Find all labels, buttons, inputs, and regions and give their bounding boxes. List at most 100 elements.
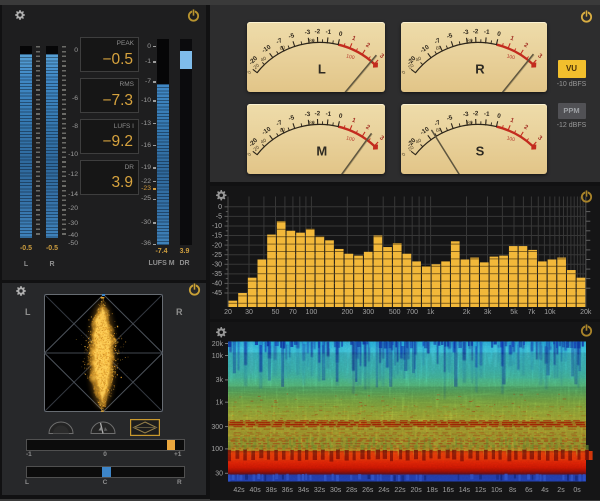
svg-text:-5: -5 <box>216 213 222 220</box>
svg-text:20k: 20k <box>580 309 592 316</box>
svg-text:1: 1 <box>509 116 515 124</box>
svg-text:30s: 30s <box>330 487 342 494</box>
svg-text:40s: 40s <box>249 487 261 494</box>
svg-text:18s: 18s <box>427 487 439 494</box>
svg-text:6s: 6s <box>525 487 533 494</box>
svg-text:3: 3 <box>378 52 384 60</box>
svg-text:-1: -1 <box>484 28 491 35</box>
svg-text:60: 60 <box>279 44 286 51</box>
svg-text:-1: -1 <box>325 110 332 117</box>
svg-text:-1: -1 <box>325 28 332 35</box>
svg-text:60: 60 <box>279 126 286 133</box>
svg-text:1k: 1k <box>427 309 435 316</box>
svg-text:34s: 34s <box>298 487 310 494</box>
svg-text:28s: 28s <box>346 487 358 494</box>
svg-text:-2: -2 <box>315 28 321 35</box>
svg-text:3k: 3k <box>484 309 492 316</box>
svg-text:0: 0 <box>496 30 501 38</box>
svg-text:36s: 36s <box>282 487 294 494</box>
svg-text:-2: -2 <box>315 110 321 117</box>
svg-text:-3: -3 <box>463 110 470 118</box>
svg-text:2: 2 <box>523 41 530 49</box>
svg-text:16s: 16s <box>443 487 455 494</box>
svg-text:0: 0 <box>401 151 407 157</box>
svg-text:1: 1 <box>351 34 357 42</box>
svg-text:0: 0 <box>247 151 253 157</box>
svg-text:24s: 24s <box>378 487 390 494</box>
svg-text:80: 80 <box>467 38 473 44</box>
svg-text:300: 300 <box>211 423 223 430</box>
svg-text:100: 100 <box>346 135 356 143</box>
svg-text:30: 30 <box>215 470 223 477</box>
svg-text:S: S <box>476 143 485 158</box>
svg-text:1k: 1k <box>216 399 224 406</box>
svg-text:300: 300 <box>362 309 374 316</box>
svg-text:40: 40 <box>415 55 423 63</box>
svg-text:3: 3 <box>536 52 543 60</box>
svg-text:0: 0 <box>247 69 253 75</box>
svg-text:38s: 38s <box>266 487 278 494</box>
svg-text:100: 100 <box>506 135 516 143</box>
svg-text:10k: 10k <box>212 352 224 359</box>
svg-text:40: 40 <box>415 137 423 145</box>
svg-text:0: 0 <box>218 204 222 211</box>
svg-text:3: 3 <box>378 134 384 142</box>
svg-text:-10: -10 <box>419 125 431 136</box>
svg-text:-2: -2 <box>473 110 479 117</box>
svg-text:-5: -5 <box>446 114 454 122</box>
svg-text:-1: -1 <box>484 110 491 117</box>
svg-text:-3: -3 <box>463 28 470 36</box>
svg-text:8s: 8s <box>509 487 517 494</box>
svg-text:26s: 26s <box>362 487 374 494</box>
svg-text:-20: -20 <box>212 242 222 249</box>
svg-text:L: L <box>318 61 326 76</box>
svg-text:32s: 32s <box>314 487 326 494</box>
svg-text:3k: 3k <box>216 377 224 384</box>
svg-text:7k: 7k <box>528 309 536 316</box>
svg-text:0s: 0s <box>573 487 581 494</box>
svg-text:22s: 22s <box>394 487 406 494</box>
svg-text:-15: -15 <box>212 232 222 239</box>
svg-text:20s: 20s <box>410 487 422 494</box>
svg-text:700: 700 <box>406 309 418 316</box>
svg-text:1: 1 <box>351 116 357 124</box>
svg-text:70: 70 <box>289 309 297 316</box>
svg-text:80: 80 <box>309 38 315 44</box>
svg-text:50: 50 <box>272 309 280 316</box>
svg-text:-5: -5 <box>288 114 296 122</box>
svg-text:-10: -10 <box>419 43 431 54</box>
svg-text:10s: 10s <box>491 487 503 494</box>
svg-text:80: 80 <box>467 120 473 126</box>
svg-text:2s: 2s <box>557 487 565 494</box>
svg-text:0: 0 <box>338 30 343 38</box>
svg-text:10k: 10k <box>544 309 556 316</box>
svg-text:0: 0 <box>338 112 343 120</box>
svg-text:-35: -35 <box>212 271 222 278</box>
svg-text:-2: -2 <box>473 28 479 35</box>
svg-text:-40: -40 <box>212 280 222 287</box>
svg-text:42s: 42s <box>233 487 245 494</box>
svg-text:12s: 12s <box>475 487 487 494</box>
svg-text:3: 3 <box>536 134 543 142</box>
svg-text:20k: 20k <box>212 340 224 347</box>
svg-text:100: 100 <box>346 53 356 61</box>
svg-text:-10: -10 <box>212 223 222 230</box>
svg-text:4s: 4s <box>541 487 549 494</box>
svg-text:2: 2 <box>523 123 530 131</box>
svg-text:2k: 2k <box>463 309 471 316</box>
svg-text:2: 2 <box>364 41 371 49</box>
svg-text:-45: -45 <box>212 290 222 297</box>
svg-text:M: M <box>316 143 327 158</box>
svg-text:30: 30 <box>245 309 253 316</box>
svg-text:-10: -10 <box>261 125 273 136</box>
svg-text:-30: -30 <box>212 261 222 268</box>
svg-text:100: 100 <box>506 53 516 61</box>
svg-text:0: 0 <box>496 112 501 120</box>
svg-text:-3: -3 <box>304 110 311 118</box>
svg-text:-5: -5 <box>446 32 454 40</box>
svg-text:80: 80 <box>309 120 315 126</box>
svg-text:0: 0 <box>401 69 407 75</box>
svg-text:R: R <box>475 61 485 76</box>
svg-text:-25: -25 <box>212 251 222 258</box>
svg-text:500: 500 <box>389 309 401 316</box>
